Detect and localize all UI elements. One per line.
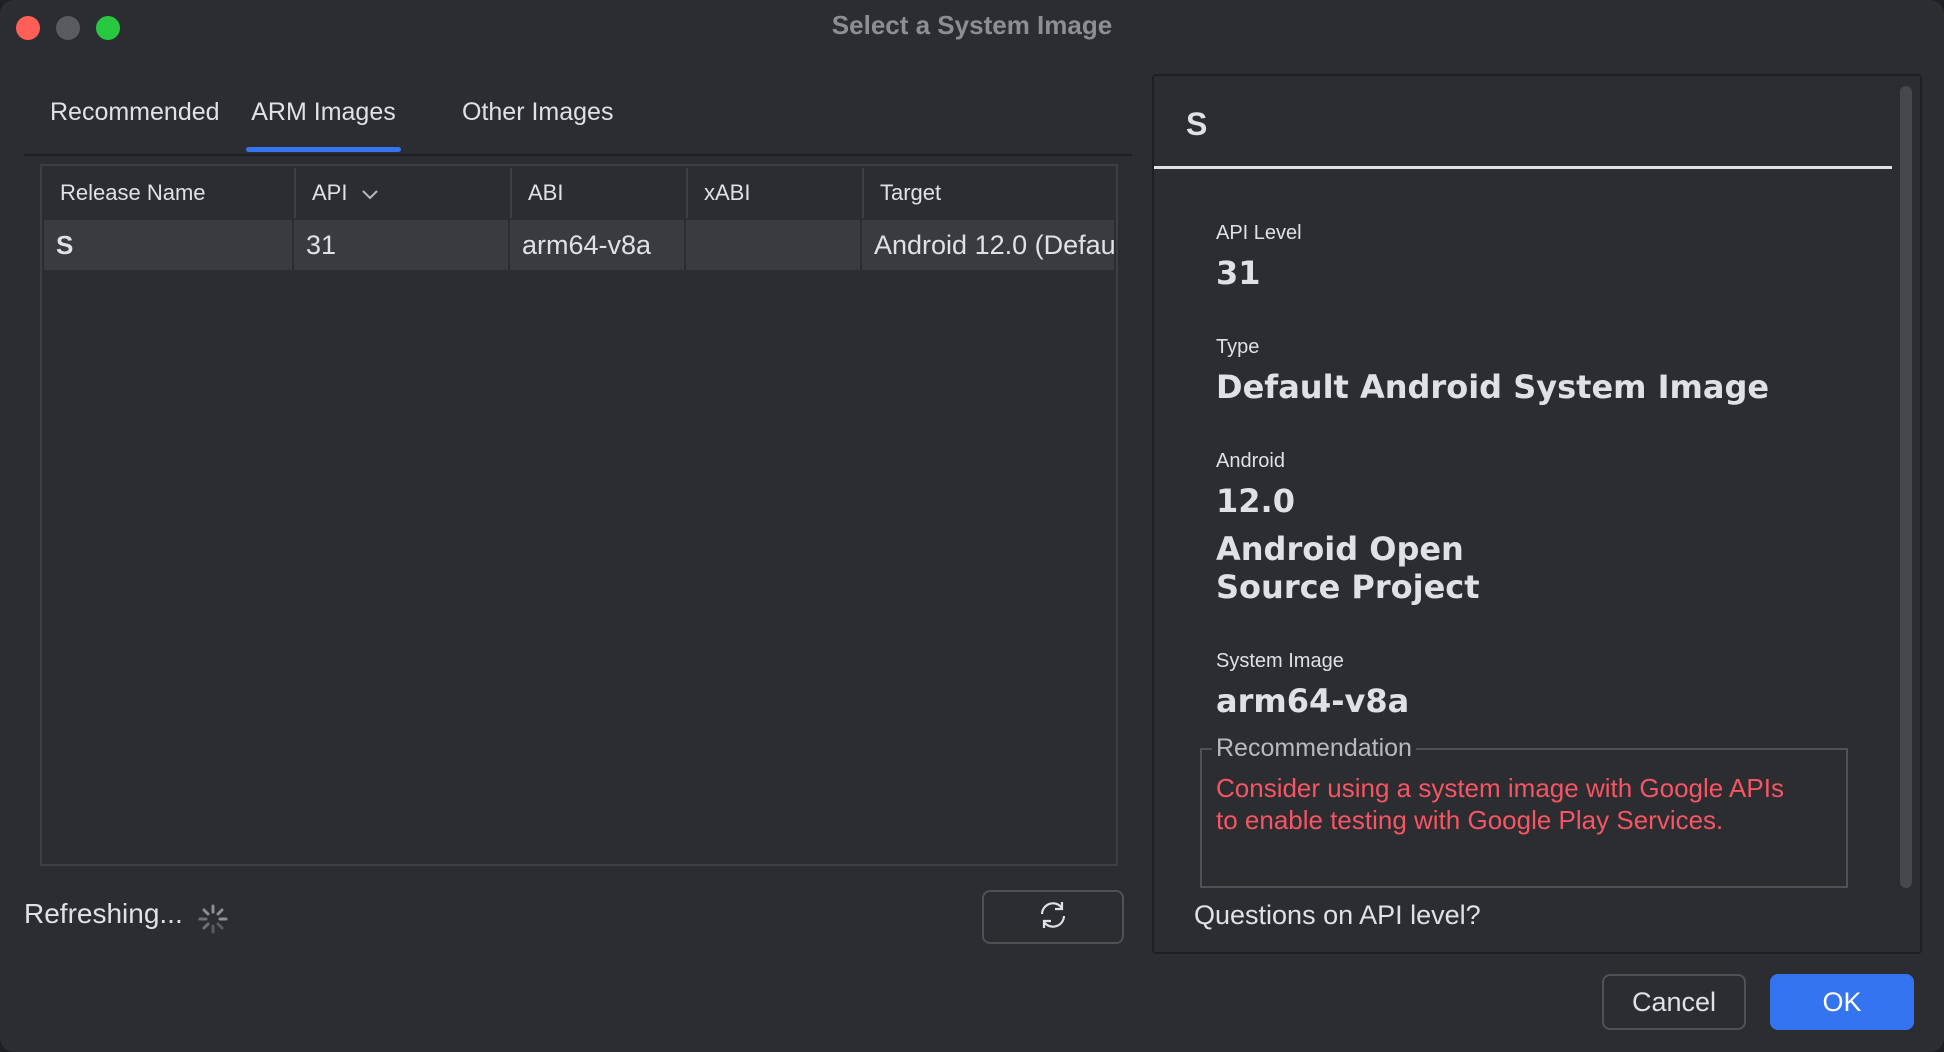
android-version: 12.0 <box>1216 482 1295 520</box>
details-title: S <box>1186 106 1208 142</box>
system-image-value: arm64-v8a <box>1216 682 1410 720</box>
recommendation-line: to enable testing with Google Play Servi… <box>1216 805 1724 835</box>
recommendation-text: Consider using a system image with Googl… <box>1216 772 1816 836</box>
cell-abi: arm64-v8a <box>510 220 686 270</box>
image-details-panel: S API Level 31 Type Default Android Syst… <box>1152 74 1922 954</box>
system-image-label: System Image <box>1216 650 1344 672</box>
status-text: Refreshing... <box>24 898 183 929</box>
column-header-label: xABI <box>704 180 751 205</box>
refresh-icon <box>1036 900 1070 935</box>
system-image-table: Release Name API ABI xABI Target S 31 ar… <box>40 164 1118 866</box>
loading-spinner-icon <box>198 904 228 934</box>
cell-xabi <box>686 220 862 270</box>
column-header-xabi[interactable]: xABI <box>688 168 864 218</box>
tab-recommended[interactable]: Recommended <box>50 80 220 152</box>
android-label: Android <box>1216 450 1285 472</box>
api-level-value: 31 <box>1216 254 1261 292</box>
column-header-label: Target <box>880 180 942 205</box>
column-header-label: Release Name <box>60 180 206 205</box>
column-header-target[interactable]: Target <box>864 168 1114 218</box>
android-vendor-line2: Source Project <box>1216 568 1480 606</box>
column-header-api[interactable]: API <box>296 168 512 218</box>
ok-button[interactable]: OK <box>1770 974 1914 1030</box>
android-vendor-line1: Android Open <box>1216 530 1464 568</box>
cancel-button[interactable]: Cancel <box>1602 974 1746 1030</box>
table-header: Release Name API ABI xABI Target <box>44 168 1114 218</box>
image-tabs: Recommended ARM Images Other Images <box>24 80 1132 156</box>
chevron-down-icon <box>361 169 379 219</box>
column-header-label: ABI <box>528 180 564 205</box>
recommendation-label: Recommendation <box>1212 734 1416 763</box>
type-value: Default Android System Image <box>1216 368 1770 406</box>
tab-other-images[interactable]: Other Images <box>462 80 613 152</box>
column-header-label: API <box>312 180 348 205</box>
column-header-abi[interactable]: ABI <box>512 168 688 218</box>
dialog-window: Select a System Image Recommended ARM Im… <box>0 0 1944 1052</box>
details-scrollbar[interactable] <box>1900 86 1912 888</box>
title-bar: Select a System Image <box>0 0 1944 56</box>
cell-release-name: S <box>44 220 294 270</box>
cell-api: 31 <box>294 220 510 270</box>
details-header: S <box>1154 76 1892 169</box>
api-level-label: API Level <box>1216 222 1302 244</box>
api-level-question-link[interactable]: Questions on API level? <box>1194 900 1481 931</box>
cell-target: Android 12.0 (Default Android System Ima… <box>874 230 1114 260</box>
type-label: Type <box>1216 336 1260 358</box>
recommendation-line: Consider using a system image with Googl… <box>1216 773 1784 803</box>
column-header-release-name[interactable]: Release Name <box>44 168 296 218</box>
tab-arm-images[interactable]: ARM Images <box>246 80 401 152</box>
window-title: Select a System Image <box>831 10 1113 40</box>
table-row[interactable]: S 31 arm64-v8a Android 12.0 (Default And… <box>44 220 1114 270</box>
refresh-button[interactable] <box>982 890 1124 944</box>
